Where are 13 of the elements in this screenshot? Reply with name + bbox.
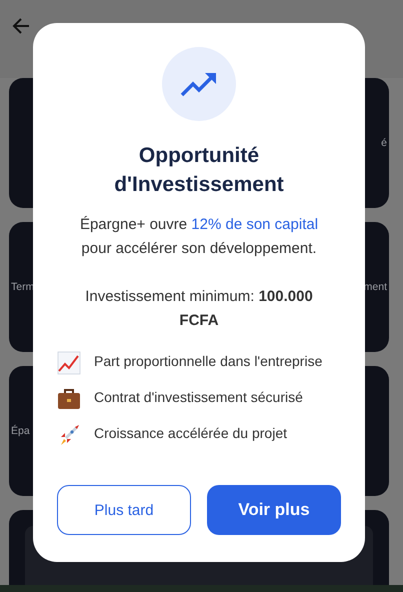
- feature-text: Croissance accélérée du projet: [94, 424, 287, 443]
- card-label: é: [381, 137, 387, 149]
- dialog-title: Opportunité d'Investissement: [113, 143, 285, 198]
- description-text: Épargne+ ouvre 12% de son capital pour accélérer son développement.: [78, 215, 320, 259]
- see-more-button[interactable]: Voir plus: [207, 485, 341, 535]
- card-label: Épa: [11, 425, 30, 437]
- feature-text: Contrat d'investissement sécurisé: [94, 388, 303, 407]
- chart-icon: [57, 351, 81, 375]
- later-button[interactable]: Plus tard: [57, 485, 191, 535]
- feature-text: Part proportionnelle dans l'entreprise: [94, 352, 322, 371]
- briefcase-icon: [57, 387, 81, 411]
- minimum-investment-text: Investissement minimum: 100.000 FCFA: [84, 287, 314, 331]
- back-arrow-icon[interactable]: [11, 16, 31, 36]
